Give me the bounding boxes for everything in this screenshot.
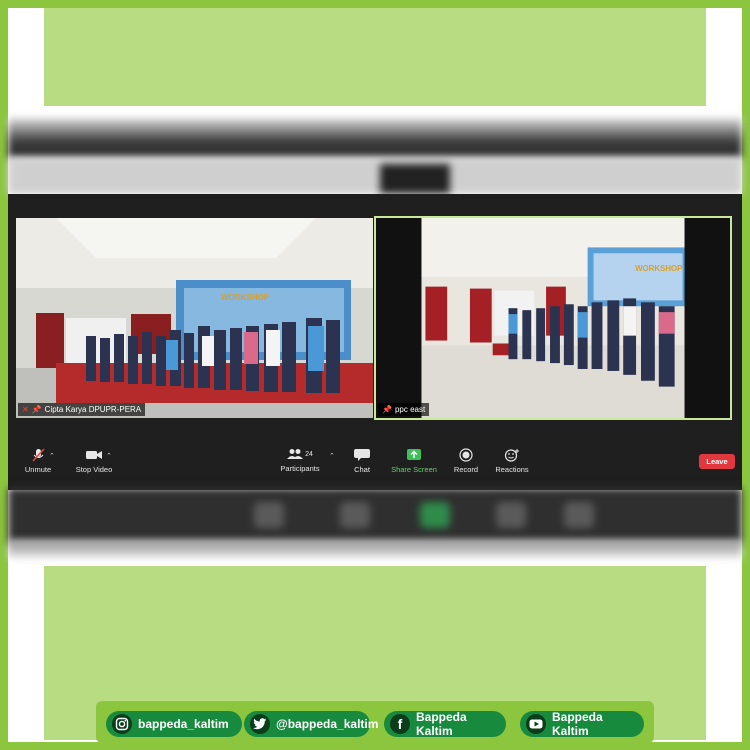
social-media-bar: bappeda_kaltim @bappeda_kaltim f Bappeda… — [96, 701, 654, 743]
mic-muted-icon: ✕ — [22, 405, 29, 414]
video-frame-right: WORKSHOP — [376, 218, 730, 418]
pin-icon: 📌 — [382, 405, 392, 414]
record-icon — [459, 448, 473, 462]
participant-name: ppc east — [394, 405, 426, 414]
video-tile-ppc-east[interactable]: WORKSHOP 📌 ppc east — [374, 216, 732, 420]
stop-video-button[interactable]: Stop Video — [64, 442, 124, 474]
svg-text:WORKSHOP: WORKSHOP — [221, 293, 270, 302]
instagram-icon — [112, 714, 132, 734]
blurred-top-band — [8, 118, 742, 158]
share-screen-button[interactable]: Share Screen — [384, 442, 444, 474]
unmute-button[interactable]: Unmute — [8, 442, 68, 474]
participants-icon — [287, 449, 304, 459]
chat-button[interactable]: Chat — [332, 442, 392, 474]
social-instagram[interactable]: bappeda_kaltim — [106, 711, 242, 737]
blurred-strip — [8, 158, 742, 194]
video-tile-cipta-karya[interactable]: WORKSHOP ✕ 📌 Cipta Karya DPUPR-PERA — [16, 218, 373, 418]
video-frame-left: WORKSHOP — [16, 218, 373, 418]
participants-button[interactable]: 24 Participants — [270, 442, 330, 473]
youtube-icon — [526, 714, 546, 734]
zoom-meeting-window: WORKSHOP ✕ 📌 Cipta Karya DPUPR-PERA WORK… — [8, 194, 742, 490]
facebook-icon: f — [390, 714, 410, 734]
chevron-up-icon[interactable]: ⌃ — [49, 452, 55, 460]
leave-button[interactable]: Leave — [699, 454, 735, 469]
blurred-bottom-fade — [8, 540, 742, 558]
blurred-bottom-band — [8, 488, 742, 542]
meeting-controls-bar: Unmute ⌃ Stop Video ⌃ 24 Participants ⌃ — [8, 442, 742, 482]
chevron-up-icon[interactable]: ⌃ — [106, 452, 112, 460]
reactions-icon — [504, 449, 519, 462]
social-label: @bappeda_kaltim — [276, 717, 379, 731]
participant-nametag: 📌 ppc east — [378, 403, 430, 416]
twitter-icon — [250, 714, 270, 734]
share-screen-icon — [407, 449, 421, 460]
chat-icon — [354, 449, 370, 461]
social-facebook[interactable]: f Bappeda Kaltim — [384, 710, 506, 738]
participant-name: Cipta Karya DPUPR-PERA — [44, 405, 142, 414]
svg-text:WORKSHOP: WORKSHOP — [635, 264, 682, 273]
participants-count: 24 — [305, 450, 313, 458]
social-youtube[interactable]: Bappeda Kaltim — [520, 710, 644, 738]
video-camera-icon — [86, 451, 102, 459]
participant-nametag: ✕ 📌 Cipta Karya DPUPR-PERA — [18, 403, 146, 416]
top-green-panel — [44, 8, 706, 106]
reactions-button[interactable]: Reactions — [482, 442, 542, 474]
social-label: Bappeda Kaltim — [416, 710, 467, 738]
social-twitter[interactable]: @bappeda_kaltim — [244, 711, 378, 737]
social-label: bappeda_kaltim — [138, 717, 229, 731]
mic-muted-icon — [32, 448, 45, 462]
pin-icon: 📌 — [31, 405, 42, 414]
social-label: Bappeda Kaltim — [552, 710, 603, 738]
